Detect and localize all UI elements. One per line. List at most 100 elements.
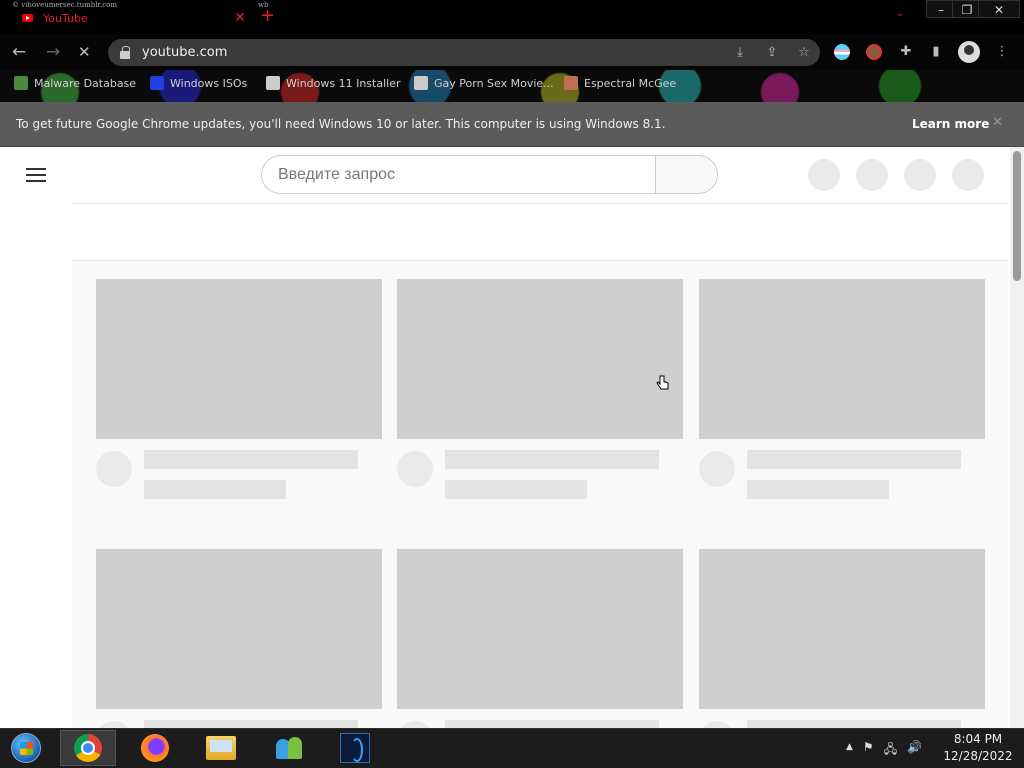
blue-app-icon: [340, 733, 370, 763]
title-skeleton: [445, 450, 659, 469]
start-button[interactable]: [6, 730, 46, 766]
avatar-skeleton: [96, 451, 132, 487]
puzzle-icon[interactable]: ✚: [896, 44, 916, 59]
file-explorer-icon: [206, 736, 236, 760]
chrome-menu-button[interactable]: ⋮: [992, 44, 1012, 59]
bookmark-label: Windows 11 Installer: [286, 76, 401, 90]
face-extension-icon[interactable]: [866, 44, 882, 60]
bookmark-favicon-icon: [564, 76, 578, 90]
hamburger-menu-icon[interactable]: [26, 168, 46, 182]
url-text[interactable]: youtube.com: [142, 45, 724, 60]
taskbar-file-explorer[interactable]: [194, 730, 248, 766]
placeholder-icon: [808, 159, 840, 191]
windows-start-orb-icon: [11, 733, 41, 763]
video-card-skeleton[interactable]: [699, 279, 985, 499]
new-tab-button[interactable]: +: [260, 6, 275, 26]
show-hidden-icons-icon[interactable]: ▲: [846, 740, 853, 761]
share-icon[interactable]: ⇪: [756, 45, 788, 60]
youtube-page: [0, 147, 1024, 728]
infobar-close-icon[interactable]: ✕: [992, 115, 1003, 130]
avatar-skeleton: [397, 721, 433, 728]
address-bar[interactable]: youtube.com ⤓ ⇪ ☆: [108, 39, 820, 66]
clock-date: 12/28/2022: [943, 749, 1013, 763]
taskbar-people[interactable]: [260, 730, 318, 766]
install-icon[interactable]: ⤓: [724, 45, 756, 60]
bookmark-label: Espectral McGee: [584, 76, 677, 90]
people-icon: [274, 735, 304, 761]
search-input[interactable]: [261, 155, 655, 194]
lock-icon[interactable]: [120, 45, 130, 59]
infobar-message: To get future Google Chrome updates, you…: [16, 117, 666, 131]
bookmark-favicon-icon: [150, 76, 164, 90]
network-icon[interactable]: 🖧: [884, 740, 897, 761]
avatar-skeleton: [96, 721, 132, 728]
update-infobar: To get future Google Chrome updates, you…: [0, 102, 1024, 147]
tab-close-button[interactable]: ✕: [232, 10, 248, 26]
tab-search-button[interactable]: ⌄: [896, 8, 904, 19]
search-button[interactable]: [655, 155, 718, 194]
learn-more-link[interactable]: Learn more: [912, 117, 989, 131]
close-window-button[interactable]: ✕: [978, 0, 1020, 18]
video-card-skeleton[interactable]: [397, 549, 683, 728]
firefox-icon: [141, 734, 169, 762]
video-card-skeleton[interactable]: [96, 549, 382, 728]
action-center-flag-icon[interactable]: ⚑: [863, 740, 874, 761]
avatar-skeleton: [397, 451, 433, 487]
video-feed-skeleton: [72, 261, 1008, 728]
profile-avatar[interactable]: [958, 41, 980, 63]
taskbar-firefox[interactable]: [128, 730, 182, 766]
thumbnail-skeleton[interactable]: [397, 279, 683, 439]
video-card-skeleton[interactable]: [397, 279, 683, 499]
taskbar-clock[interactable]: 8:04 PM 12/28/2022: [940, 731, 1016, 765]
tab-youtube[interactable]: YouTube ✕: [12, 6, 248, 30]
bookmark-espectral-mcgee[interactable]: Espectral McGee: [564, 76, 676, 90]
volume-icon[interactable]: 🔊: [907, 740, 922, 761]
bookmark-windows-isos[interactable]: Windows ISOs: [150, 76, 247, 90]
placeholder-icon: [904, 159, 936, 191]
video-card-skeleton[interactable]: [699, 549, 985, 728]
meta-skeleton: [144, 480, 286, 499]
back-button[interactable]: ←: [12, 42, 26, 62]
title-skeleton: [144, 450, 358, 469]
thumbnail-skeleton[interactable]: [96, 279, 382, 439]
avatar-skeleton: [699, 451, 735, 487]
title-skeleton: [144, 720, 358, 728]
title-skeleton: [747, 450, 961, 469]
bookmark-windows-11-installer[interactable]: Windows 11 Installer: [266, 76, 401, 90]
bookmark-malware-database[interactable]: Malware Database: [14, 76, 136, 90]
bookmark-movie[interactable]: Gay Porn Sex Movie...: [414, 76, 554, 90]
bookmark-label: Gay Porn Sex Movie...: [434, 76, 554, 90]
title-skeleton: [445, 720, 659, 728]
title-skeleton: [747, 720, 961, 728]
meta-skeleton: [747, 480, 889, 499]
clock-time: 8:04 PM: [953, 732, 1003, 746]
stop-button[interactable]: ✕: [78, 42, 91, 62]
taskbar-blue-app[interactable]: [330, 730, 380, 766]
bookmark-label: Windows ISOs: [170, 76, 248, 90]
thumbnail-skeleton[interactable]: [397, 549, 683, 709]
trans-flag-extension-icon[interactable]: [834, 44, 850, 60]
thumbnail-skeleton[interactable]: [96, 549, 382, 709]
placeholder-avatar: [952, 159, 984, 191]
search-box: [261, 155, 718, 194]
scrollbar-thumb[interactable]: [1013, 151, 1021, 281]
video-card-skeleton[interactable]: [96, 279, 382, 499]
bookmark-label: Malware Database: [34, 76, 137, 90]
taskbar-chrome[interactable]: [60, 730, 116, 766]
meta-skeleton: [445, 480, 587, 499]
avatar-skeleton: [699, 721, 735, 728]
sidepanel-icon[interactable]: ▮: [926, 44, 946, 59]
tab-title: YouTube: [43, 11, 88, 25]
placeholder-icon: [856, 159, 888, 191]
star-icon[interactable]: ☆: [788, 45, 820, 60]
thumbnail-skeleton[interactable]: [699, 549, 985, 709]
thumbnail-skeleton[interactable]: [699, 279, 985, 439]
chip-bar-divider: [72, 203, 1008, 204]
system-tray: ▲ ⚑ 🖧 🔊: [846, 740, 922, 761]
bookmark-favicon-icon: [414, 76, 428, 90]
bookmark-favicon-icon: [266, 76, 280, 90]
forward-button[interactable]: →: [46, 42, 60, 62]
youtube-icon: [22, 14, 33, 22]
tab-strip: © vihoveumersec.tumblr.com wb YouTube ✕ …: [0, 0, 1024, 34]
bookmark-favicon-icon: [14, 76, 28, 90]
